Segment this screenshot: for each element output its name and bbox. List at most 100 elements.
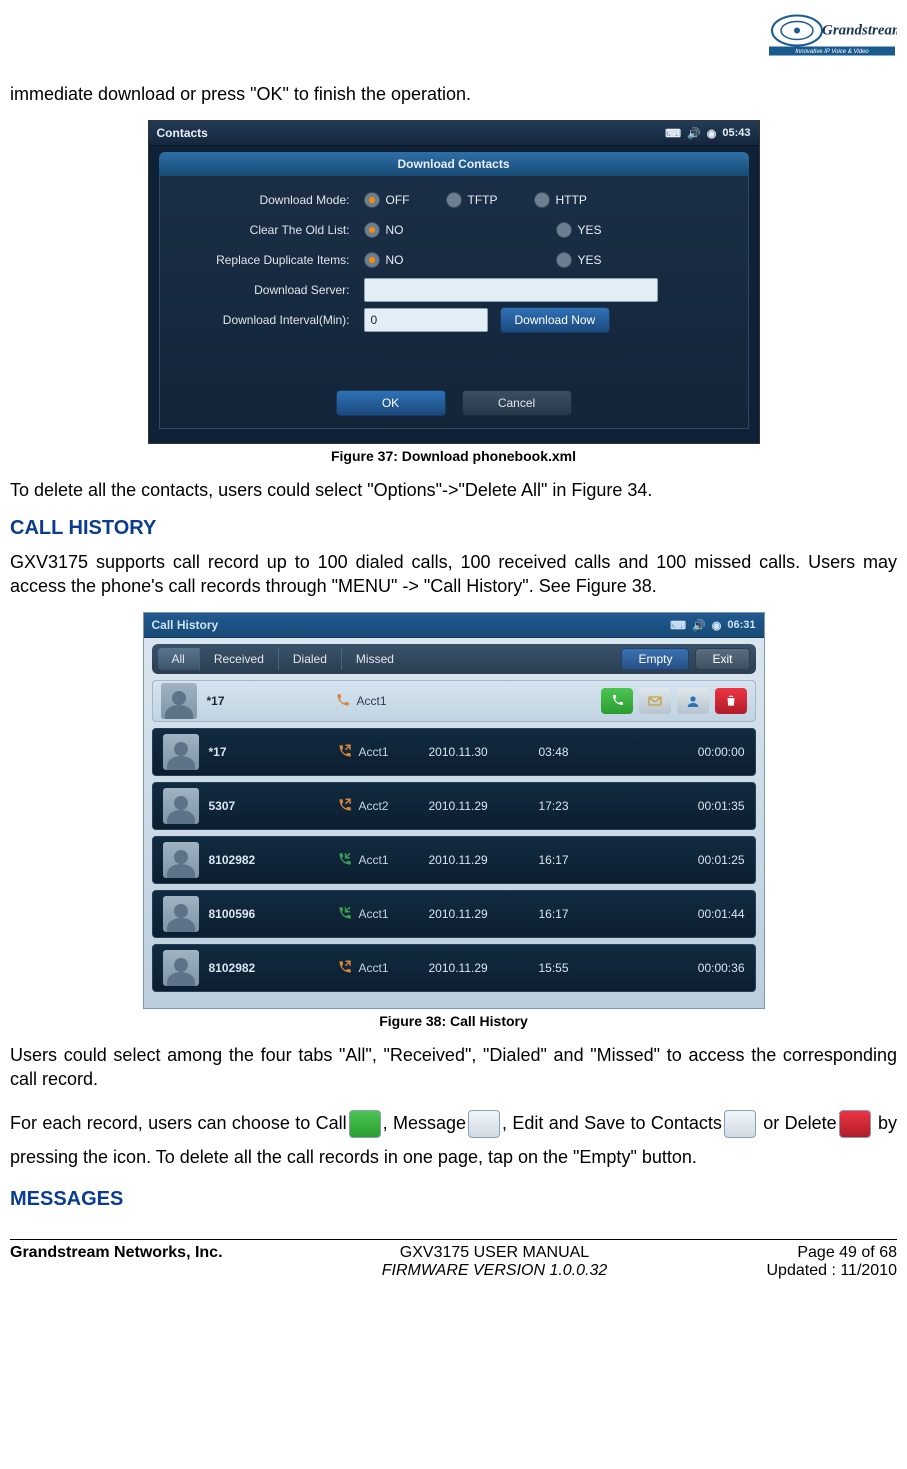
download-server-input[interactable]	[364, 278, 658, 302]
footer-manual: GXV3175 USER MANUAL	[382, 1244, 608, 1262]
radio-mode-tftp[interactable]: TFTP	[446, 192, 498, 208]
tabs-paragraph: Users could select among the four tabs "…	[10, 1043, 897, 1092]
outgoing-call-icon	[329, 797, 359, 815]
cancel-button[interactable]: Cancel	[462, 390, 572, 416]
call-number: 8102982	[209, 961, 329, 975]
avatar-icon	[163, 896, 199, 932]
call-number: 8100596	[209, 907, 329, 921]
footer-page: Page 49 of 68	[767, 1244, 897, 1262]
radio-replace-no[interactable]: NO	[364, 252, 404, 268]
footer-firmware: FIRMWARE VERSION 1.0.0.32	[382, 1262, 608, 1280]
call-time: 16:17	[539, 907, 589, 921]
actions-paragraph: For each record, users can choose to Cal…	[10, 1106, 897, 1174]
outgoing-call-icon	[329, 959, 359, 977]
fig37-dialog-title: Download Contacts	[159, 152, 749, 176]
label-download-server: Download Server:	[160, 283, 364, 297]
call-action-button[interactable]	[601, 688, 633, 714]
speaker-icon: 🔊	[692, 619, 706, 632]
signal-icon: ◉	[712, 619, 722, 632]
logo-brand-text: Grandstream	[822, 23, 897, 39]
figure38-caption: Figure 38: Call History	[10, 1013, 897, 1029]
label-replace-dup: Replace Duplicate Items:	[160, 253, 364, 267]
call-duration: 00:01:35	[665, 799, 745, 813]
tab-received[interactable]: Received	[199, 648, 278, 670]
heading-messages: MESSAGES	[10, 1188, 897, 1211]
brand-logo: Grandstream Innovative IP Voice & Video	[10, 8, 897, 78]
incoming-call-icon	[329, 905, 359, 923]
call-time: 15:55	[539, 961, 589, 975]
exit-button[interactable]: Exit	[695, 648, 749, 670]
delete-all-paragraph: To delete all the contacts, users could …	[10, 478, 897, 502]
call-number: *17	[207, 694, 327, 708]
radio-clear-yes[interactable]: YES	[556, 222, 602, 238]
avatar-icon	[163, 788, 199, 824]
keyboard-icon: ⌨	[665, 127, 681, 140]
call-number: 5307	[209, 799, 329, 813]
delete-icon	[839, 1110, 871, 1138]
call-number: 8102982	[209, 853, 329, 867]
call-account: Acct1	[359, 853, 429, 867]
call-account: Acct1	[359, 907, 429, 921]
avatar-icon	[163, 734, 199, 770]
call-history-paragraph: GXV3175 supports call record up to 100 d…	[10, 550, 897, 599]
call-account: Acct1	[359, 961, 429, 975]
call-duration: 00:00:36	[665, 961, 745, 975]
figure37-screenshot: Contacts ⌨ 🔊 ◉ 05:43 Download Contacts D…	[148, 120, 760, 444]
footer-company: Grandstream Networks, Inc.	[10, 1244, 223, 1262]
footer-updated: Updated : 11/2010	[767, 1262, 897, 1280]
heading-call-history: CALL HISTORY	[10, 517, 897, 540]
call-row-expanded[interactable]: *17 Acct1	[152, 680, 756, 722]
message-action-button[interactable]	[639, 688, 671, 714]
page-footer: Grandstream Networks, Inc. GXV3175 USER …	[10, 1239, 897, 1280]
call-date: 2010.11.29	[429, 799, 539, 813]
incoming-call-icon	[329, 851, 359, 869]
outgoing-call-icon	[327, 692, 357, 710]
radio-mode-http[interactable]: HTTP	[534, 192, 587, 208]
call-row[interactable]: 8102982Acct12010.11.2916:1700:01:25	[152, 836, 756, 884]
intro-paragraph: immediate download or press "OK" to fini…	[10, 82, 897, 106]
message-icon	[468, 1110, 500, 1138]
avatar-icon	[161, 683, 197, 719]
download-interval-input[interactable]: 0	[364, 308, 488, 332]
call-row[interactable]: 8102982 Acct12010.11.2915:55 00:00:36	[152, 944, 756, 992]
avatar-icon	[163, 950, 199, 986]
radio-mode-off[interactable]: OFF	[364, 192, 410, 208]
ok-button[interactable]: OK	[336, 390, 446, 416]
label-clear-old-list: Clear The Old List:	[160, 223, 364, 237]
fig37-window-title: Contacts	[157, 126, 208, 140]
call-row[interactable]: 8100596 Acct12010.11.2916:17 00:01:44	[152, 890, 756, 938]
radio-replace-yes[interactable]: YES	[556, 252, 602, 268]
delete-action-button[interactable]	[715, 688, 747, 714]
empty-button[interactable]: Empty	[621, 648, 689, 670]
keyboard-icon: ⌨	[670, 619, 686, 632]
label-download-interval: Download Interval(Min):	[160, 313, 364, 327]
call-account: Acct1	[357, 694, 427, 708]
call-time: 17:23	[539, 799, 589, 813]
outgoing-call-icon	[329, 743, 359, 761]
call-account: Acct1	[359, 745, 429, 759]
fig38-clock: 06:31	[727, 619, 755, 631]
call-number: *17	[209, 745, 329, 759]
download-now-button[interactable]: Download Now	[500, 307, 611, 333]
save-contact-action-button[interactable]	[677, 688, 709, 714]
logo-tagline-text: Innovative IP Voice & Video	[795, 49, 869, 55]
call-row[interactable]: 5307 Acct22010.11.2917:23 00:01:35	[152, 782, 756, 830]
tab-all[interactable]: All	[158, 648, 199, 670]
call-date: 2010.11.29	[429, 961, 539, 975]
call-account: Acct2	[359, 799, 429, 813]
fig38-window-title: Call History	[152, 618, 219, 632]
call-icon	[349, 1110, 381, 1138]
call-row[interactable]: *17Acct12010.11.3003:4800:00:00	[152, 728, 756, 776]
radio-clear-no[interactable]: NO	[364, 222, 404, 238]
call-duration: 00:01:44	[665, 907, 745, 921]
tab-missed[interactable]: Missed	[341, 648, 408, 670]
call-date: 2010.11.29	[429, 853, 539, 867]
figure37-caption: Figure 37: Download phonebook.xml	[10, 448, 897, 464]
avatar-icon	[163, 842, 199, 878]
call-date: 2010.11.29	[429, 907, 539, 921]
call-history-list: *17 Acct1 *17Acct12010.11.3003:4800:00:0…	[152, 680, 756, 992]
contact-icon	[724, 1110, 756, 1138]
speaker-icon: 🔊	[687, 127, 701, 140]
signal-icon: ◉	[707, 127, 717, 140]
tab-dialed[interactable]: Dialed	[278, 648, 341, 670]
